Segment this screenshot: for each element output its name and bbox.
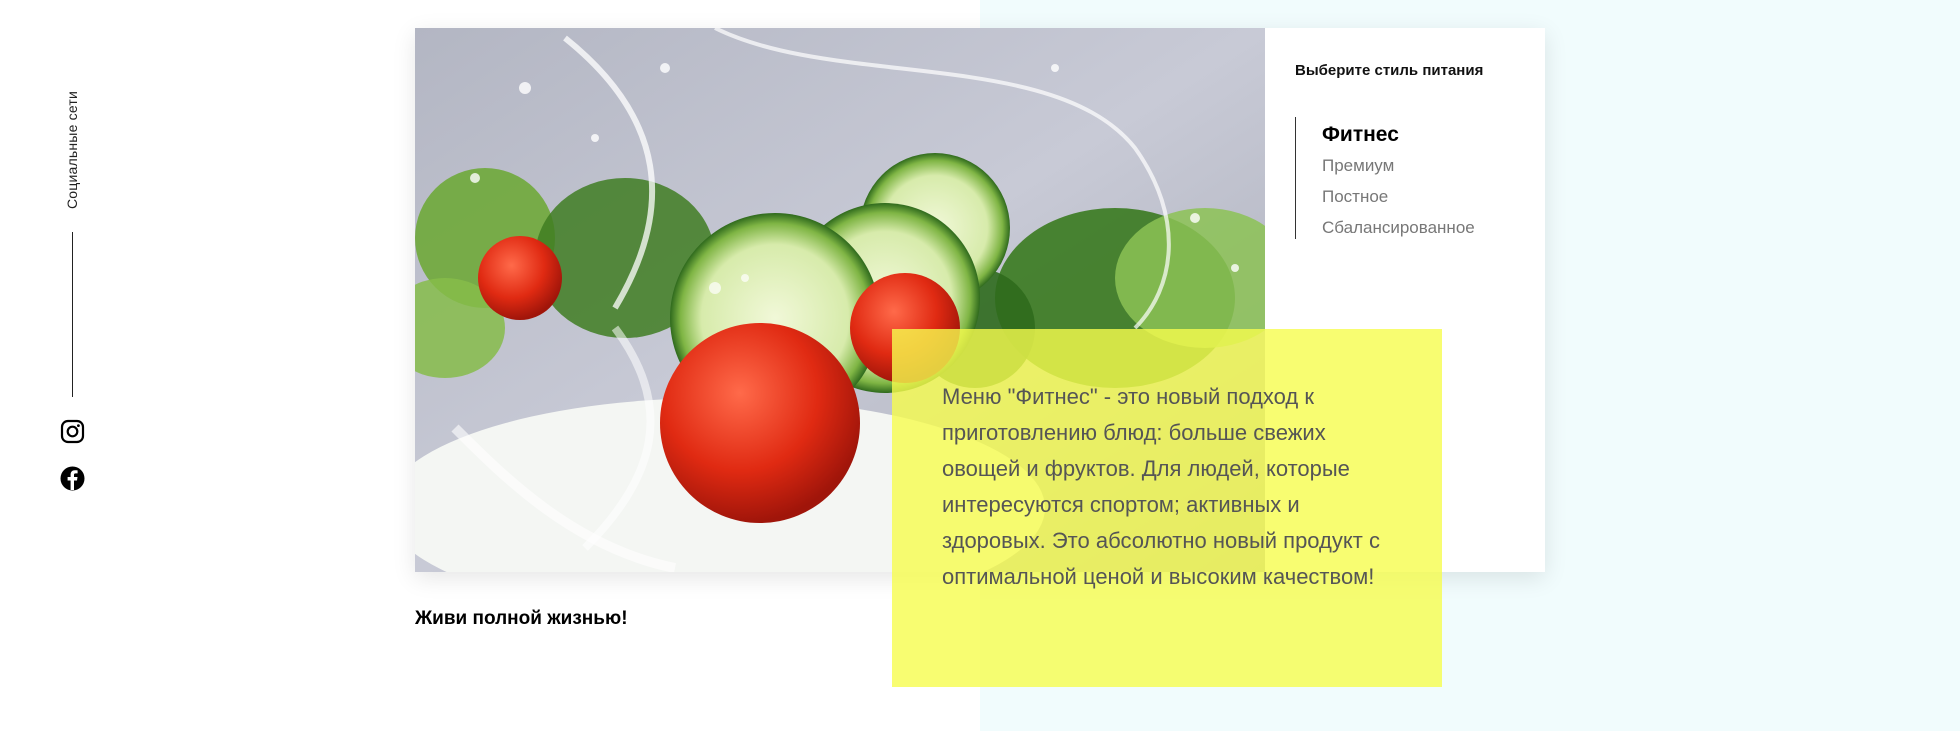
page: Социальные сети Выберите стиль питания Ф… — [0, 0, 1960, 731]
description-box: Меню "Фитнес" - это новый подход к приго… — [892, 329, 1442, 687]
menu-item-premium[interactable]: Премиум — [1322, 150, 1475, 181]
facebook-icon[interactable] — [60, 466, 85, 491]
menu-item-lenten[interactable]: Постное — [1322, 181, 1475, 212]
tagline: Живи полной жизнью! — [415, 608, 628, 629]
menu-item-fitness[interactable]: Фитнес — [1322, 120, 1475, 150]
diet-style-title: Выберите стиль питания — [1295, 62, 1484, 79]
description-text: Меню "Фитнес" - это новый подход к приго… — [942, 384, 1380, 589]
instagram-icon[interactable] — [60, 419, 85, 444]
diet-style-list: Фитнес Премиум Постное Сбалансированное — [1295, 117, 1475, 239]
social-divider — [72, 232, 73, 397]
menu-item-balanced[interactable]: Сбалансированное — [1322, 212, 1475, 243]
social-label: Социальные сети — [64, 90, 80, 210]
